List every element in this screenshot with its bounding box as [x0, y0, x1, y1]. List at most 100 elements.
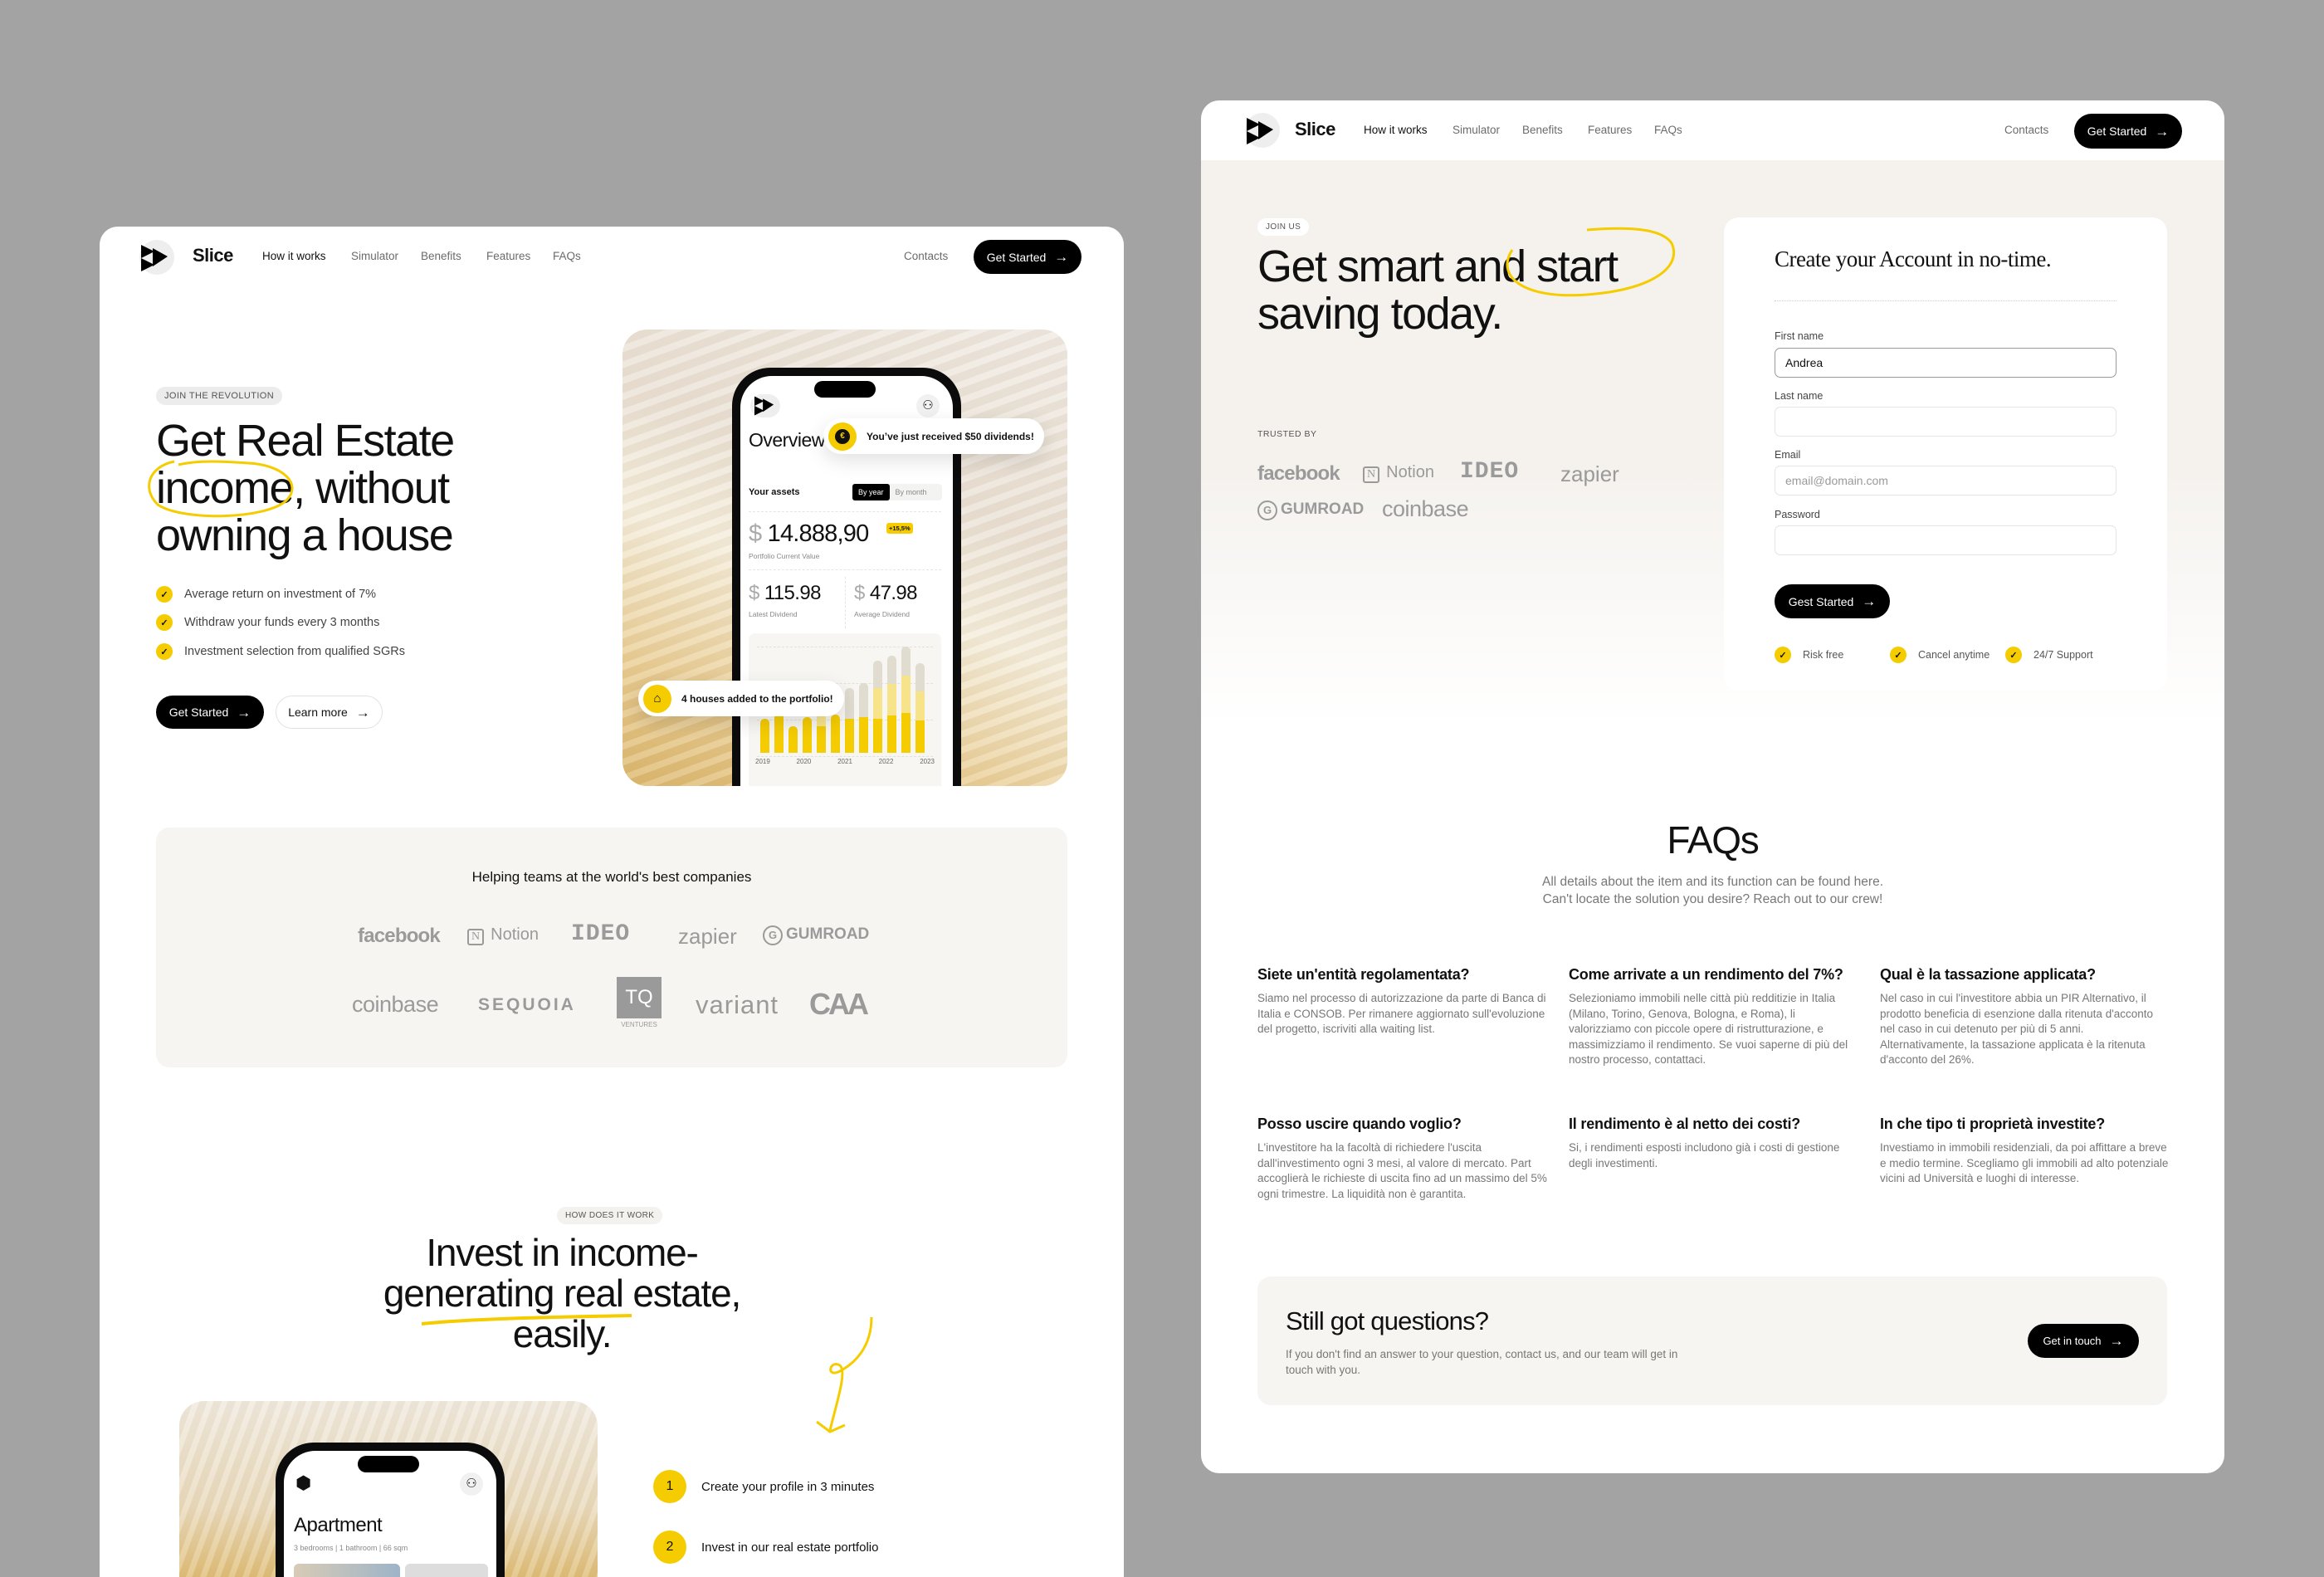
- nav-get-started-button[interactable]: Get Started →: [974, 240, 1081, 274]
- chart-bar-segment: [887, 715, 896, 753]
- last-name-label: Last name: [1775, 390, 1824, 402]
- notion-icon: N: [1363, 466, 1380, 483]
- nav-get-started-button[interactable]: Get Started →: [2074, 114, 2182, 149]
- logo-caa: CAA: [809, 987, 869, 1021]
- nav-how-it-works[interactable]: How it works: [262, 250, 326, 262]
- dynamic-island: [814, 381, 876, 398]
- hero-badge: JOIN THE REVOLUTION: [156, 387, 283, 405]
- logo-tq-ventures: TQ VENTURES: [617, 977, 662, 1030]
- toggle-by-year[interactable]: By year: [852, 484, 890, 500]
- chart-bar-segment: [859, 717, 868, 753]
- last-name-input[interactable]: [1775, 407, 2116, 437]
- faq-answer: Nel caso in cui l'investitore abbia un P…: [1880, 992, 2154, 1067]
- contact-box: Still got questions? If you don't find a…: [1257, 1277, 2167, 1405]
- button-label: Get Started: [168, 706, 229, 719]
- nav-contacts[interactable]: Contacts: [904, 250, 948, 262]
- faq-answer: Siamo nel processo di autorizzazione da …: [1257, 992, 1546, 1036]
- average-dividend-value: $ 47.98: [854, 582, 917, 605]
- get-in-touch-button[interactable]: Get in touch →: [2028, 1324, 2139, 1358]
- landing-page-card: Slice How it works Simulator Benefits Fe…: [100, 227, 1124, 1577]
- headline-line: generating real estate,: [100, 1273, 1024, 1314]
- nav-benefits[interactable]: Benefits: [421, 250, 461, 262]
- user-icon[interactable]: ⚇: [916, 394, 940, 417]
- logo-gumroad: G GUMROAD: [763, 925, 869, 945]
- currency-symbol: $: [749, 520, 762, 547]
- brand-name: Slice: [193, 245, 233, 266]
- hero-get-started-button[interactable]: Get Started →: [156, 696, 264, 729]
- chart-bar-segment: [915, 720, 925, 753]
- check-icon: ✓: [156, 586, 173, 603]
- coin-icon: €: [828, 422, 857, 451]
- arrow-right-icon: →: [1862, 593, 1877, 609]
- first-name-input[interactable]: [1775, 348, 2116, 378]
- logo-zapier: zapier: [1560, 461, 1619, 486]
- assets-label: Your assets: [749, 487, 800, 497]
- arrow-right-icon: →: [1054, 249, 1069, 265]
- form-title: Create your Account in no-time.: [1775, 247, 2052, 271]
- logo-text: TQ: [617, 977, 662, 1018]
- notion-icon: N: [467, 929, 485, 945]
- feature-text: Average return on investment of 7%: [184, 588, 377, 601]
- portfolio-label: Portfolio Current Value: [749, 552, 820, 560]
- perk-text: Risk free: [1803, 649, 1844, 661]
- step-item: 2 Invest in our real estate portfolio: [653, 1531, 878, 1564]
- slice-logo[interactable]: [1245, 113, 1280, 148]
- notification-text: You’ve just received $50 dividends!: [867, 430, 1034, 442]
- hand-drawn-underline: [421, 1314, 632, 1326]
- divider: [749, 569, 941, 570]
- gumroad-icon: G: [763, 925, 783, 945]
- latest-dividend-value: $ 115.98: [749, 582, 821, 605]
- email-input[interactable]: [1775, 466, 2116, 496]
- hand-drawn-arrow-icon: [816, 1316, 873, 1433]
- nav-faqs[interactable]: FAQs: [1654, 124, 1682, 136]
- button-label: Get in touch: [2043, 1335, 2102, 1347]
- companies-section: Helping teams at the world's best compan…: [156, 828, 1067, 1067]
- subtitle-line: All details about the item and its funct…: [1541, 875, 1883, 889]
- password-input[interactable]: [1775, 525, 2116, 555]
- contact-title: Still got questions?: [1286, 1306, 1489, 1335]
- brand-name: Slice: [1295, 119, 1335, 139]
- nav-faqs[interactable]: FAQs: [553, 250, 581, 262]
- user-icon[interactable]: ⚇: [460, 1472, 483, 1496]
- check-icon: ✓: [2005, 647, 2022, 663]
- nav-contacts[interactable]: Contacts: [2004, 124, 2048, 136]
- learn-more-button[interactable]: Learn more →: [276, 696, 383, 729]
- year-label: 2023: [920, 758, 935, 765]
- signup-submit-button[interactable]: Gest Started →: [1775, 584, 1890, 618]
- feature-item: ✓ Withdraw your funds every 3 months: [156, 614, 379, 631]
- trusted-label: TRUSTED BY: [1257, 429, 1317, 439]
- house-icon: ⌂: [643, 684, 671, 713]
- hand-drawn-circle: [148, 460, 294, 518]
- perk-text: 24/7 Support: [2034, 649, 2093, 661]
- nav-how-it-works[interactable]: How it works: [1364, 124, 1428, 136]
- nav-simulator[interactable]: Simulator: [351, 250, 398, 262]
- apartment-title: Apartment: [294, 1514, 383, 1536]
- logo-notion: N Notion: [467, 925, 539, 945]
- nav-features[interactable]: Features: [486, 250, 530, 262]
- nav-features[interactable]: Features: [1588, 124, 1632, 136]
- logo-sequoia: SEQUOIA: [478, 995, 576, 1014]
- average-dividend-label: Average Dividend: [854, 610, 910, 618]
- period-toggle: By year By month: [852, 484, 942, 500]
- apartment-photo: [405, 1564, 488, 1577]
- portfolio-value: $ 14.888,90: [749, 520, 870, 548]
- slice-logo[interactable]: [139, 240, 174, 275]
- perk-item: ✓ Cancel anytime: [1890, 647, 1990, 663]
- faq-answer: L'investitore ha la facoltà di richieder…: [1257, 1141, 1547, 1200]
- apartment-photo: [294, 1564, 400, 1577]
- overview-title: Overview: [749, 429, 825, 451]
- logo-ideo: IDEO: [1460, 459, 1520, 485]
- nav-benefits[interactable]: Benefits: [1522, 124, 1563, 136]
- headline-text: real estate,: [554, 1272, 741, 1315]
- value-text: 14.888,90: [767, 520, 870, 547]
- latest-dividend-label: Latest Dividend: [749, 610, 798, 618]
- year-label: 2019: [755, 758, 770, 765]
- nav-simulator[interactable]: Simulator: [1452, 124, 1500, 136]
- chart-bar-segment: [845, 719, 854, 753]
- button-label: Get Started: [986, 250, 1047, 264]
- step-item: 1 Create your profile in 3 minutes: [653, 1470, 874, 1503]
- apartment-image: ⬢ ⚇ Apartment 3 bedrooms | 1 bathroom | …: [179, 1401, 598, 1577]
- chart-bar-segment: [760, 719, 769, 753]
- hero-image: ⚇ Overview Your assets By year By month …: [622, 330, 1067, 786]
- toggle-by-month[interactable]: By month: [890, 484, 933, 500]
